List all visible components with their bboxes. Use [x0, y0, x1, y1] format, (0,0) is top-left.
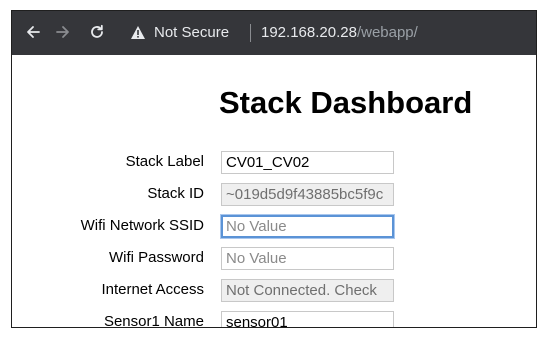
url-path: /webapp/	[356, 24, 418, 41]
wifi-ssid-label: Wifi Network SSID	[80, 217, 204, 234]
back-arrow-icon	[27, 26, 40, 38]
browser-toolbar: Not Secure 192.168.20.28/webapp/	[12, 11, 536, 55]
sensor1-name-input[interactable]	[221, 311, 394, 327]
internet-access-label: Internet Access	[101, 281, 204, 298]
forward-button[interactable]	[52, 21, 74, 43]
stack-id-input[interactable]	[221, 183, 394, 206]
warning-triangle-icon[interactable]	[130, 25, 146, 40]
page-title: Stack Dashboard	[219, 85, 473, 120]
address-bar[interactable]: 192.168.20.28/webapp/	[261, 23, 418, 43]
stack-label-input[interactable]	[221, 151, 394, 174]
back-button[interactable]	[22, 21, 44, 43]
security-status-label[interactable]: Not Secure	[154, 23, 229, 43]
internet-access-input[interactable]	[221, 279, 394, 302]
browser-window: Not Secure 192.168.20.28/webapp/ Stack D…	[11, 10, 537, 328]
wifi-password-input[interactable]	[221, 247, 394, 270]
page-content: Stack Dashboard Stack Label Stack ID Wif…	[12, 55, 536, 328]
stack-id-label: Stack ID	[147, 185, 204, 202]
address-separator	[250, 24, 251, 42]
forward-arrow-icon	[56, 26, 69, 38]
reload-button[interactable]	[86, 21, 108, 43]
sensor1-name-label: Sensor1 Name	[103, 313, 204, 328]
wifi-password-label: Wifi Password	[108, 249, 204, 266]
reload-icon	[91, 24, 103, 38]
wifi-ssid-input[interactable]	[221, 215, 394, 238]
stack-label-label: Stack Label	[125, 153, 204, 170]
url-host: 192.168.20.28	[261, 24, 357, 41]
